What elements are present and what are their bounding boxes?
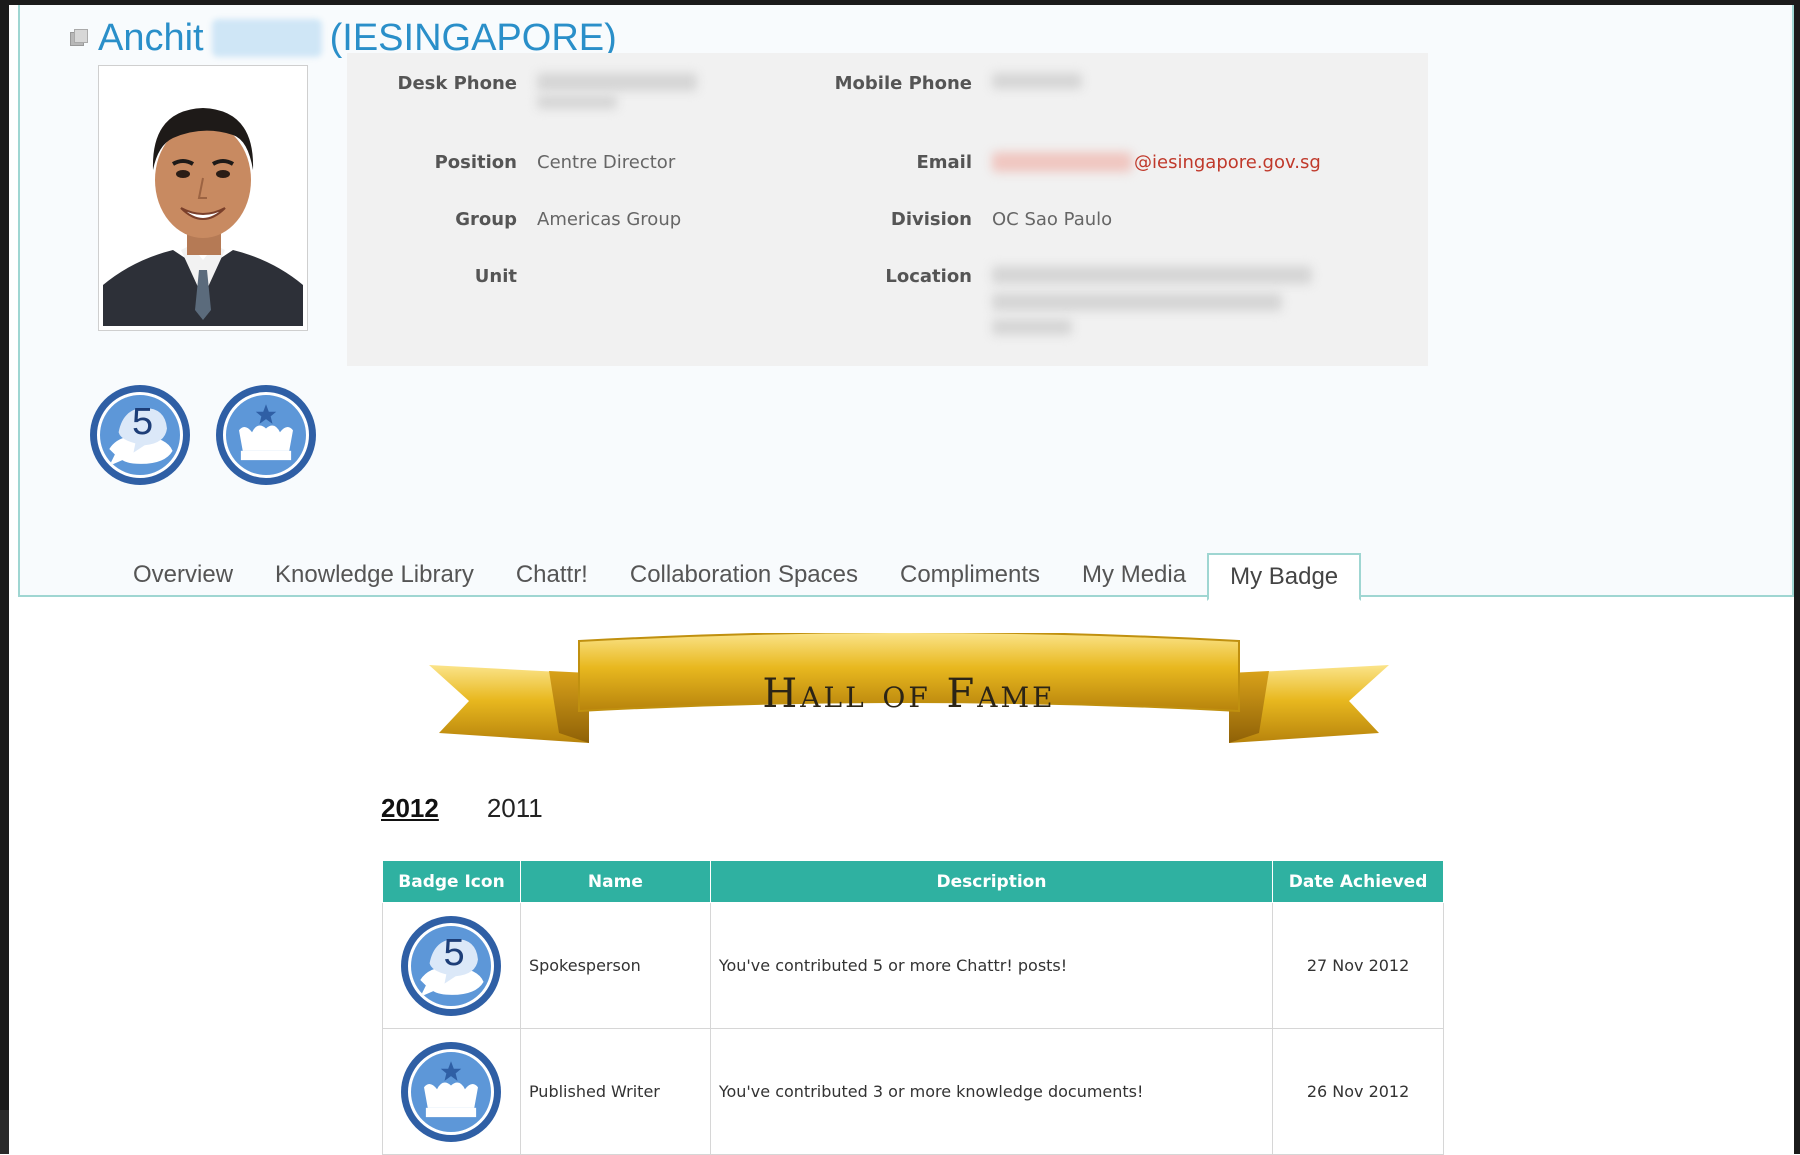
window-frame-right [1794,0,1800,1154]
email-domain[interactable]: @iesingapore.gov.sg [1134,152,1321,173]
mobile-phone-label: Mobile Phone [834,73,972,94]
location-label: Location [885,266,972,287]
year-2011-link[interactable]: 2011 [487,793,543,824]
row-date: 27 Nov 2012 [1272,902,1444,1029]
row-description: You've contributed 3 or more knowledge d… [709,1028,1274,1155]
person-portrait-icon [103,70,303,326]
redacted-location-3 [992,319,1072,335]
row-description: You've contributed 5 or more Chattr! pos… [709,902,1274,1029]
year-selector: 2012 2011 [381,793,543,824]
banner-title: Hall of Fame [762,671,1056,717]
row-badge-cell [382,1028,521,1155]
row-name: Published Writer [519,1028,711,1155]
contact-info-box: Desk Phone Mobile Phone Position Centre … [347,53,1428,366]
hall-of-fame-banner: Hall of Fame [429,631,1389,773]
tab-overview[interactable]: Overview [112,553,254,599]
table-row: 5 Spokesperson You've contributed 5 or m… [382,902,1444,1029]
window-frame-left [0,0,9,1154]
profile-panel: Anchit (IESINGAPORE) Desk Phone Mobile P… [18,5,1794,601]
group-label: Group [455,209,517,230]
desk-phone-label: Desk Phone [397,73,518,94]
division-label: Division [890,209,972,230]
redacted-email-user [992,152,1132,172]
row-date: 26 Nov 2012 [1272,1028,1444,1155]
row-name: Spokesperson [519,902,711,1029]
position-label: Position [434,152,517,173]
profile-photo [98,65,308,331]
header-date-achieved: Date Achieved [1272,860,1444,903]
group-value: Americas Group [537,209,682,230]
profile-first-name: Anchit [98,16,204,59]
window-frame-corner [0,1110,9,1154]
chat-five-badge-icon[interactable]: 5 [90,385,190,485]
table-header-row: Badge Icon Name Description Date Achieve… [382,860,1444,903]
page-content: Anchit (IESINGAPORE) Desk Phone Mobile P… [9,5,1794,1155]
crown-badge-icon[interactable] [216,385,316,485]
redacted-desk-phone-2 [537,95,617,109]
redacted-mobile-phone [992,73,1082,89]
tab-my-badge[interactable]: My Badge [1207,553,1362,601]
row-badge-cell: 5 [382,902,521,1029]
tab-knowledge-library[interactable]: Knowledge Library [254,553,495,599]
redacted-surname [211,19,322,57]
email-label: Email [916,152,972,173]
crown-badge-icon [401,1041,502,1142]
profile-tabs: Overview Knowledge Library Chattr! Colla… [112,553,1362,601]
header-badge-icon: Badge Icon [382,860,521,903]
tab-collaboration-spaces[interactable]: Collaboration Spaces [609,553,879,599]
header-name: Name [519,860,711,903]
tab-compliments[interactable]: Compliments [879,553,1061,599]
header-description: Description [709,860,1274,903]
pin-icon[interactable] [70,29,88,47]
chat-five-badge-icon: 5 [401,915,502,1016]
redacted-location-1 [992,266,1312,284]
redacted-location-2 [992,293,1282,311]
table-row: Published Writer You've contributed 3 or… [382,1028,1444,1155]
badge-table: Badge Icon Name Description Date Achieve… [382,860,1444,1155]
division-value: OC Sao Paulo [992,209,1113,230]
position-value: Centre Director [537,152,676,173]
tab-my-media[interactable]: My Media [1061,553,1207,599]
year-2012-link[interactable]: 2012 [381,793,439,824]
unit-label: Unit [474,266,517,287]
tab-chattr[interactable]: Chattr! [495,553,609,599]
redacted-desk-phone [537,73,697,91]
